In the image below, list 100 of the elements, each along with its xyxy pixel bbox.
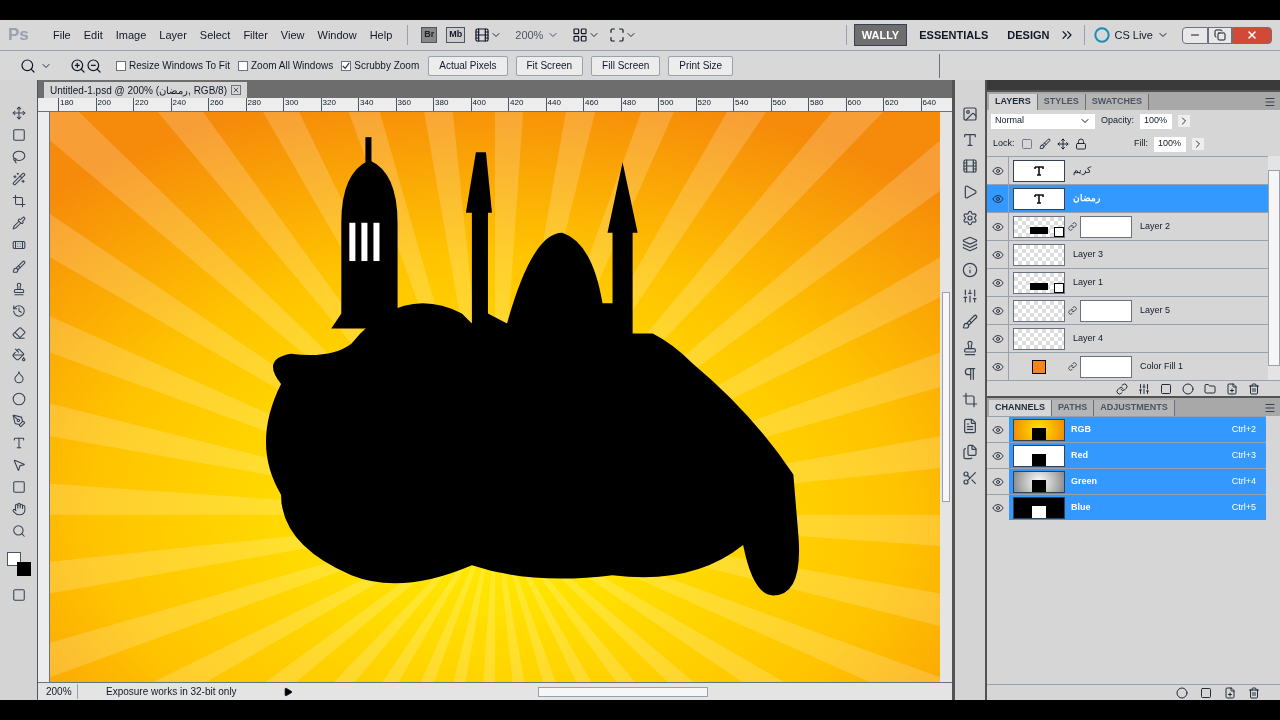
restore-button[interactable] [1208, 26, 1232, 44]
zoom-tool-icon[interactable] [20, 57, 36, 74]
arrange-icon[interactable] [572, 27, 589, 43]
brush-icon[interactable] [962, 314, 978, 330]
layer-row[interactable]: Layer 1 [987, 268, 1268, 296]
panel-tab[interactable]: CHANNELS [989, 400, 1052, 416]
layer-row[interactable]: Color Fill 1 [987, 352, 1268, 380]
panel-menu-icon[interactable] [1264, 402, 1276, 414]
checkbox[interactable] [116, 60, 126, 71]
visibility-eye-icon[interactable] [991, 360, 1004, 373]
panel-menu-icon[interactable] [1264, 96, 1276, 108]
blend-mode-dropdown[interactable]: Normal [991, 113, 1095, 129]
layers-icon[interactable] [962, 236, 978, 252]
close-button[interactable] [1232, 26, 1272, 44]
menu-item[interactable]: Filter [237, 26, 274, 44]
lock-all-icon[interactable] [1074, 138, 1087, 150]
panel-tab[interactable]: ADJUSTMENTS [1094, 400, 1175, 416]
panel-tab[interactable]: PATHS [1052, 400, 1095, 416]
paint-bucket-icon[interactable] [11, 348, 26, 362]
document-icon[interactable] [962, 418, 978, 434]
panel-tab[interactable]: STYLES [1037, 94, 1086, 110]
visibility-eye-icon[interactable] [991, 220, 1004, 233]
layer-row[interactable]: Layer 3 [987, 240, 1268, 268]
workspace-button[interactable]: WALLY [853, 24, 908, 46]
lock-pixels-icon[interactable] [1038, 138, 1051, 150]
zoom-tool-icon[interactable] [11, 524, 26, 538]
visibility-eye-icon[interactable] [991, 192, 1004, 205]
scissors-icon[interactable] [962, 470, 978, 486]
trash-icon[interactable] [1248, 382, 1260, 395]
option-button[interactable]: Fit Screen [515, 55, 584, 76]
save-selection-icon[interactable] [1200, 686, 1212, 699]
load-selection-icon[interactable] [1176, 686, 1188, 699]
checkbox[interactable] [237, 60, 248, 71]
screen-mode-icon[interactable] [609, 27, 626, 43]
mask-icon[interactable] [1160, 382, 1172, 395]
marquee-tool-icon[interactable] [11, 128, 26, 142]
film-icon[interactable] [962, 158, 978, 174]
lock-transparency-icon[interactable] [1020, 138, 1033, 150]
crop-tool-icon[interactable] [11, 194, 26, 208]
brush-tool-icon[interactable] [11, 260, 26, 274]
folder-icon[interactable] [1204, 382, 1216, 395]
visibility-eye-icon[interactable] [992, 449, 1004, 462]
panel-tab[interactable]: LAYERS [989, 94, 1038, 110]
checkbox[interactable] [341, 60, 352, 71]
document-tab[interactable]: Untitled-1.psd @ 200% (رمضان, RGB/8) [44, 82, 247, 98]
rectangle-tool-icon[interactable] [11, 480, 26, 494]
quick-mask-icon[interactable] [11, 588, 26, 602]
visibility-eye-icon[interactable] [992, 501, 1004, 514]
vertical-scrollbar[interactable] [940, 112, 952, 682]
visibility-eye-icon[interactable] [992, 423, 1004, 436]
info-icon[interactable] [962, 262, 978, 278]
type-tool-icon[interactable] [11, 436, 26, 450]
eraser-tool-icon[interactable] [11, 326, 26, 340]
files-icon[interactable] [962, 444, 978, 460]
visibility-eye-icon[interactable] [991, 276, 1004, 289]
paragraph-icon[interactable] [962, 366, 978, 382]
minimize-button[interactable] [1182, 26, 1208, 44]
pen-tool-icon[interactable] [11, 414, 26, 428]
menu-item[interactable]: Edit [77, 26, 109, 44]
effects-icon[interactable] [1138, 382, 1150, 395]
magic-wand-icon[interactable] [11, 172, 26, 186]
move-tool-icon[interactable] [11, 106, 26, 120]
panel-scrollbar[interactable] [1268, 156, 1280, 380]
link-icon[interactable] [1068, 222, 1077, 231]
trash-icon[interactable] [1248, 686, 1260, 699]
stamp-tool-icon[interactable] [11, 282, 26, 296]
cs-live-button[interactable]: CS Live [1094, 26, 1169, 44]
link-icon[interactable] [1068, 362, 1077, 371]
bridge-button[interactable]: Br [421, 27, 438, 43]
fill-field[interactable]: 100% [1154, 136, 1186, 152]
lasso-tool-icon[interactable] [11, 150, 26, 164]
lock-position-icon[interactable] [1056, 138, 1069, 150]
workspace-button[interactable]: ESSENTIALS [912, 24, 996, 46]
workspace-button[interactable]: DESIGN [1000, 24, 1057, 46]
option-button[interactable]: Fill Screen [591, 55, 661, 76]
adjustment-icon[interactable] [1182, 382, 1194, 395]
panel-tab[interactable]: SWATCHES [1085, 94, 1150, 110]
stamp-icon[interactable] [962, 340, 978, 356]
zoom-level-field[interactable]: 200% [38, 684, 78, 699]
visibility-eye-icon[interactable] [992, 475, 1004, 488]
visibility-eye-icon[interactable] [991, 332, 1004, 345]
image-icon[interactable] [962, 106, 978, 122]
history-brush-icon[interactable] [11, 304, 26, 318]
sliders-icon[interactable] [962, 288, 978, 304]
gear-icon[interactable] [962, 210, 978, 226]
option-button[interactable]: Print Size [668, 55, 734, 76]
extras-icon[interactable] [474, 27, 491, 43]
menu-item[interactable]: File [47, 26, 77, 44]
menu-item[interactable]: Layer [153, 26, 193, 44]
play-icon[interactable] [962, 184, 978, 200]
crop-icon[interactable] [962, 392, 978, 408]
eyedropper-icon[interactable] [11, 216, 26, 230]
droplet-icon[interactable] [11, 370, 26, 384]
opacity-field[interactable]: 100% [1140, 113, 1172, 129]
layer-row[interactable]: Layer 5 [987, 296, 1268, 324]
visibility-eye-icon[interactable] [991, 304, 1004, 317]
circle-icon[interactable] [11, 392, 26, 406]
visibility-eye-icon[interactable] [991, 248, 1004, 261]
new-channel-icon[interactable] [1224, 686, 1236, 699]
bandage-icon[interactable] [11, 238, 26, 252]
